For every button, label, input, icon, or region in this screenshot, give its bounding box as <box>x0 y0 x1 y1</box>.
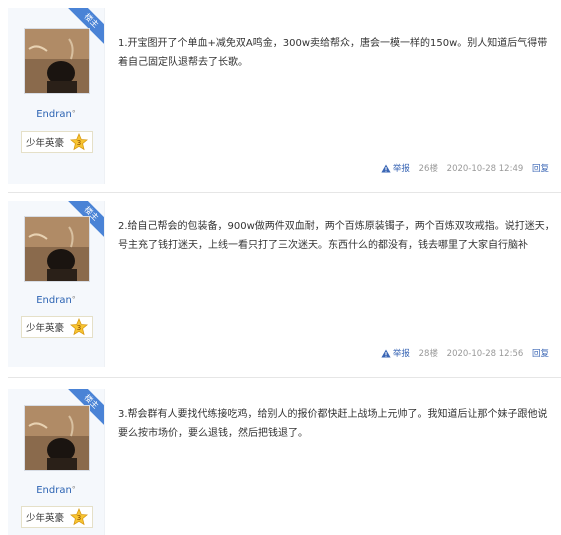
avatar[interactable] <box>24 28 90 94</box>
post-3: 楼主 Endran° 少年英豪 3 3.帮会群有人要找代练接吃鸡，给别人的报价都… <box>8 389 561 535</box>
rank-title: 少年英豪 <box>26 138 65 149</box>
author-name-row: Endran° <box>8 295 104 306</box>
author-panel: 楼主 Endran° 少年英豪 3 <box>8 389 105 535</box>
gender-mark: ° <box>71 109 76 118</box>
rank-badge: 少年英豪 3 <box>21 316 93 338</box>
author-name-row: Endran° <box>8 109 104 120</box>
report-link[interactable]: 举报 <box>393 349 410 359</box>
author-panel: 楼主 Endran° 少年英豪 3 <box>8 8 105 184</box>
star-level-3-icon: 3 <box>69 317 89 340</box>
report-link[interactable]: 举报 <box>393 164 410 174</box>
reply-link[interactable]: 回复 <box>532 164 549 174</box>
post-meta: 举报 26楼 2020-10-28 12:49 回复 <box>381 162 549 174</box>
author-name[interactable]: Endran <box>36 109 72 120</box>
rank-title: 少年英豪 <box>26 323 65 334</box>
avatar[interactable] <box>24 405 90 471</box>
post-divider <box>8 377 561 378</box>
warning-icon <box>381 164 391 173</box>
avatar-image-icon <box>25 406 89 470</box>
rank-title: 少年英豪 <box>26 513 65 524</box>
star-level-3-icon: 3 <box>69 132 89 155</box>
post-divider <box>8 192 561 193</box>
floor-number: 28楼 <box>418 349 438 359</box>
post-1: 楼主 Endran° 少年英豪 3 1.开宝图开了个单血+减免双A鸣金，300w… <box>8 8 561 184</box>
post-content: 3.帮会群有人要找代练接吃鸡，给别人的报价都快赶上战场上元帅了。我知道后让那个妹… <box>118 409 548 439</box>
gender-mark: ° <box>71 295 76 304</box>
avatar-image-icon <box>25 217 89 281</box>
floor-number: 26楼 <box>418 164 438 174</box>
author-name[interactable]: Endran <box>36 485 72 496</box>
avatar[interactable] <box>24 216 90 282</box>
rank-badge: 少年英豪 3 <box>21 506 93 528</box>
avatar-image-icon <box>25 29 89 93</box>
star-level-3-icon: 3 <box>69 507 89 530</box>
svg-text:3: 3 <box>77 514 81 522</box>
svg-text:3: 3 <box>77 139 81 147</box>
svg-text:3: 3 <box>77 324 81 332</box>
post-meta: 举报 28楼 2020-10-28 12:56 回复 <box>381 347 549 359</box>
post-2: 楼主 Endran° 少年英豪 3 2.给自己帮会的包装备，900w做两件双血耐… <box>8 201 561 367</box>
gender-mark: ° <box>71 485 76 494</box>
author-name[interactable]: Endran <box>36 295 72 306</box>
author-name-row: Endran° <box>8 485 104 496</box>
author-panel: 楼主 Endran° 少年英豪 3 <box>8 201 105 367</box>
warning-icon <box>381 349 391 358</box>
rank-badge: 少年英豪 3 <box>21 131 93 153</box>
post-time: 2020-10-28 12:49 <box>446 164 524 174</box>
post-time: 2020-10-28 12:56 <box>446 349 524 359</box>
post-content: 1.开宝图开了个单血+减免双A鸣金，300w卖给帮众，唐会一模一样的150w。别… <box>118 38 548 68</box>
reply-link[interactable]: 回复 <box>532 349 549 359</box>
post-content: 2.给自己帮会的包装备，900w做两件双血耐，两个百炼原装镯子，两个百炼双攻戒指… <box>118 221 555 251</box>
